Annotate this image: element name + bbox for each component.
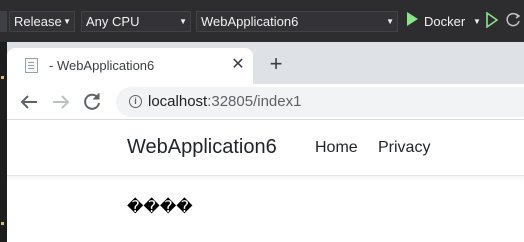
browser-tab[interactable]: - WebApplication6 ✕: [7, 48, 253, 84]
configuration-dropdown[interactable]: Release ▼: [9, 11, 75, 32]
platform-dropdown[interactable]: Any CPU ▼: [81, 11, 191, 32]
refresh-icon[interactable]: [506, 12, 522, 28]
url-path: :32805/index1: [207, 93, 302, 110]
close-icon[interactable]: ✕: [229, 56, 247, 74]
info-icon[interactable]: i: [129, 95, 142, 108]
page-body-text: ����: [127, 197, 193, 216]
platform-value: Any CPU: [86, 14, 140, 29]
run-target-label[interactable]: Docker: [424, 11, 465, 32]
browser-navbar: i localhost:32805/index1: [7, 84, 524, 120]
startup-project-dropdown[interactable]: WebApplication6 ▼: [196, 11, 398, 32]
gutter-marker: [1, 222, 4, 225]
ide-toolbar: Release ▼ Any CPU ▼ WebApplication6 ▼ Do…: [0, 0, 524, 42]
tab-title: - WebApplication6: [49, 58, 155, 73]
address-bar[interactable]: i localhost:32805/index1: [116, 87, 524, 117]
chevron-down-icon: ▼: [179, 17, 187, 26]
back-arrow-icon[interactable]: [17, 90, 41, 114]
play-icon[interactable]: [407, 12, 418, 26]
url-text[interactable]: localhost:32805/index1: [148, 93, 301, 111]
site-header: WebApplication6 Home Privacy: [7, 120, 524, 176]
chevron-down-icon[interactable]: ▼: [473, 11, 481, 32]
site-brand[interactable]: WebApplication6: [127, 135, 277, 159]
gutter-marker: [1, 76, 4, 79]
plus-icon[interactable]: +: [265, 53, 287, 75]
configuration-value: Release: [14, 14, 62, 29]
toolbar-edge: [0, 11, 7, 32]
nav-link-home[interactable]: Home: [315, 138, 358, 158]
editor-gutter: [0, 42, 7, 242]
startup-project-value: WebApplication6: [201, 14, 299, 29]
tab-strip: - WebApplication6 ✕ +: [7, 42, 524, 84]
url-host: localhost: [148, 93, 208, 110]
nav-link-privacy[interactable]: Privacy: [378, 138, 430, 158]
page-icon: [25, 58, 38, 73]
forward-arrow-icon[interactable]: [49, 90, 73, 114]
browser-window: - WebApplication6 ✕ + i localhost:32805/…: [7, 42, 524, 242]
reload-icon[interactable]: [80, 90, 104, 114]
chevron-down-icon: ▼: [63, 17, 71, 26]
play-outline-icon[interactable]: [486, 12, 498, 28]
chevron-down-icon: ▼: [386, 17, 394, 26]
